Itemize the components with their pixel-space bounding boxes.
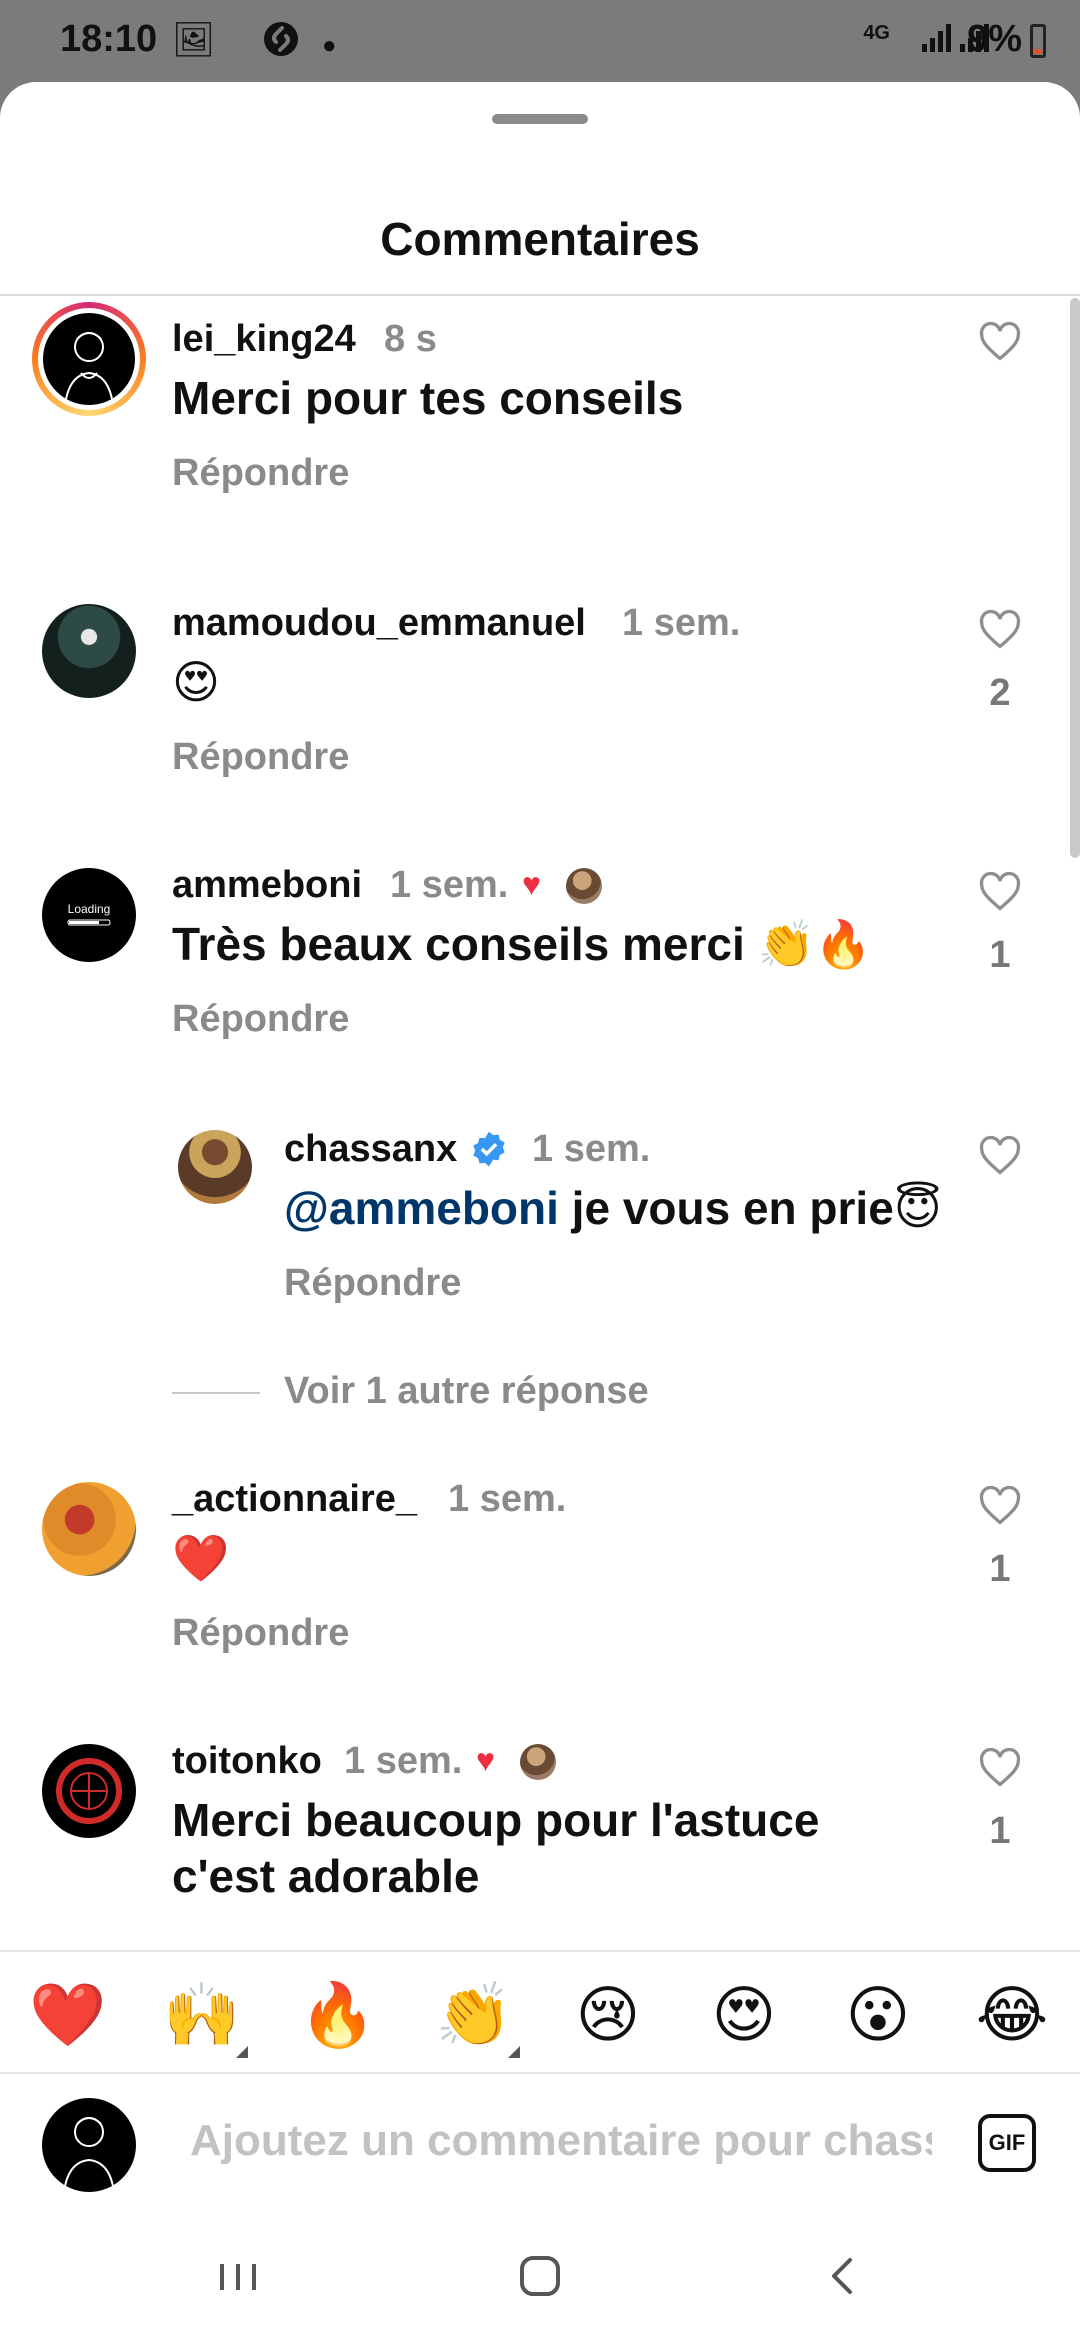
avatar[interactable] [178,1130,252,1204]
avatar [43,313,135,405]
like-count: 1 [989,1810,1011,1852]
comment-username[interactable]: mamoudou_emmanuel [172,602,586,645]
shazam-icon [262,20,300,67]
creator-liked-heart-icon: ♥ [476,1742,495,1778]
system-nav-bar [0,2216,1080,2340]
reply-button[interactable]: Répondre [172,1612,349,1655]
recent-apps-icon[interactable] [198,2246,278,2306]
like-count: 2 [989,672,1011,714]
view-more-divider [172,1392,260,1394]
comment-composer: Ajoutez un commentaire pour chassanx... … [0,2076,1080,2216]
comment-username[interactable]: lei_king24 [172,318,356,361]
reaction-clap-icon[interactable]: 👏 [434,1976,514,2056]
comment-input[interactable]: Ajoutez un commentaire pour chassanx... [190,2116,932,2166]
heart-icon[interactable] [978,320,1022,364]
comment-text: Merci beaucoup pour l'astuce c'est adora… [172,1794,820,1902]
reaction-fire-icon[interactable]: 🔥 [298,1976,378,2056]
comment-time: 1 sem. [344,1740,463,1782]
comment-text: Merci pour tes conseils [172,372,684,424]
battery-percent: 9% [967,18,1022,60]
reply-button[interactable]: Répondre [172,452,349,495]
comment-text: Très beaux conseils merci 👏🔥 [172,918,873,970]
reaction-heart-eyes-icon[interactable]: 😍 [704,1976,784,2056]
notification-dot-icon: ● [322,32,337,59]
comment-time: 1 sem. [448,1478,567,1520]
comment-time: 8 s [384,318,437,360]
own-avatar [42,2098,136,2192]
sheet-grabber[interactable] [492,114,588,124]
reply-username[interactable]: chassanx [284,1128,457,1171]
reply-button[interactable]: Répondre [284,1262,461,1305]
verified-badge-icon [473,1131,505,1167]
emoji-reaction-bar: ❤️ 🙌 🔥 👏 😢 😍 😮 😂 [0,1950,1080,2074]
heart-icon[interactable] [978,1746,1022,1790]
avatar-story-ring[interactable] [32,302,146,416]
skin-tone-indicator [508,2046,520,2058]
heart-icon[interactable] [978,608,1022,652]
comment-username[interactable]: ammeboni [172,864,362,907]
avatar[interactable] [42,604,136,698]
comment-username[interactable]: toitonko [172,1740,322,1783]
avatar[interactable]: Loading [42,868,136,962]
reaction-crying-icon[interactable]: 😢 [568,1976,648,2056]
status-bar: 18:10 🖼 ● 4G 9% [0,0,1080,82]
network-type: 4G [863,22,890,44]
avatar[interactable] [42,1744,136,1838]
creator-liked-heart-icon: ♥ [522,866,541,902]
sheet-title: Commentaires [380,213,700,265]
heart-icon[interactable] [978,1484,1022,1528]
avatar[interactable] [42,1482,136,1576]
reply-text: @ammeboni je vous en prie😇 [284,1182,942,1234]
reply-button[interactable]: Répondre [172,998,349,1041]
skin-tone-indicator [236,2046,248,2058]
like-count: 1 [989,1548,1011,1590]
comment-text: 😍 [172,656,220,708]
home-icon[interactable] [500,2246,580,2306]
reaction-raised-hands-icon[interactable]: 🙌 [162,1976,242,2056]
heart-icon[interactable] [978,1134,1022,1178]
reply-button[interactable]: Répondre [172,736,349,779]
gif-button[interactable]: GIF [978,2114,1036,2172]
heart-icon[interactable] [978,870,1022,914]
scrollbar[interactable] [1070,298,1080,858]
status-time: 18:10 [60,18,158,60]
back-icon[interactable] [802,2246,882,2306]
battery-icon [1030,24,1046,58]
reaction-laughing-icon[interactable]: 😂 [972,1976,1052,2056]
comment-username[interactable]: _actionnaire_ [172,1478,417,1521]
divider [0,294,1080,296]
gallery-icon: 🖼 [172,21,216,59]
comment-time: 1 sem. [622,602,741,644]
reply-time: 1 sem. [532,1128,651,1170]
view-more-replies[interactable]: Voir 1 autre réponse [284,1370,649,1413]
svg-text:Loading: Loading [68,902,111,916]
comment-time: 1 sem. [390,864,509,906]
reaction-heart-icon[interactable]: ❤️ [28,1976,108,2056]
mention-link[interactable]: @ammeboni [284,1182,559,1234]
comment-text: ❤️ [172,1532,230,1584]
like-count: 1 [989,934,1011,976]
reaction-surprised-icon[interactable]: 😮 [838,1976,918,2056]
creator-mini-avatar [566,868,602,904]
signal-icon-1 [920,22,954,62]
creator-mini-avatar [520,1744,556,1780]
